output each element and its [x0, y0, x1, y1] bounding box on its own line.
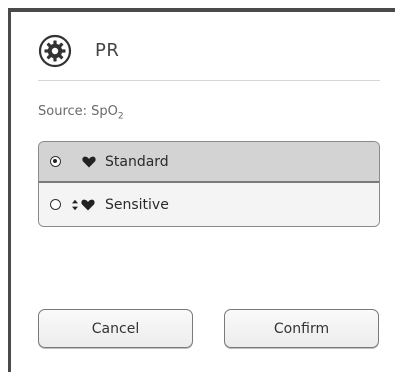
source-text: Source: SpO: [38, 104, 118, 119]
source-label: Source: SpO2: [38, 104, 124, 122]
option-standard[interactable]: Standard: [39, 142, 379, 183]
option-sensitive[interactable]: Sensitive: [39, 185, 379, 226]
heart-icon: [82, 156, 96, 168]
cancel-button[interactable]: Cancel: [38, 309, 193, 348]
dialog-frame-left: [8, 8, 11, 372]
sensitivity-options: Standard Sensitive: [38, 141, 380, 227]
option-standard-label: Standard: [105, 154, 169, 170]
header-divider: [38, 80, 380, 81]
radio-checked-icon[interactable]: [50, 156, 61, 167]
dialog-title: PR: [95, 40, 120, 61]
dialog-frame-top: [8, 8, 395, 12]
heart-with-arrows-icon: [72, 199, 95, 211]
source-subscript: 2: [117, 111, 124, 122]
dialog-header: PR: [38, 34, 380, 70]
radio-unchecked-icon[interactable]: [50, 199, 61, 210]
pr-settings-dialog: PR Source: SpO2 Standard Sensitive Cance…: [0, 0, 395, 372]
confirm-button[interactable]: Confirm: [224, 309, 379, 348]
option-sensitive-label: Sensitive: [105, 197, 169, 213]
gear-icon: [38, 34, 72, 68]
